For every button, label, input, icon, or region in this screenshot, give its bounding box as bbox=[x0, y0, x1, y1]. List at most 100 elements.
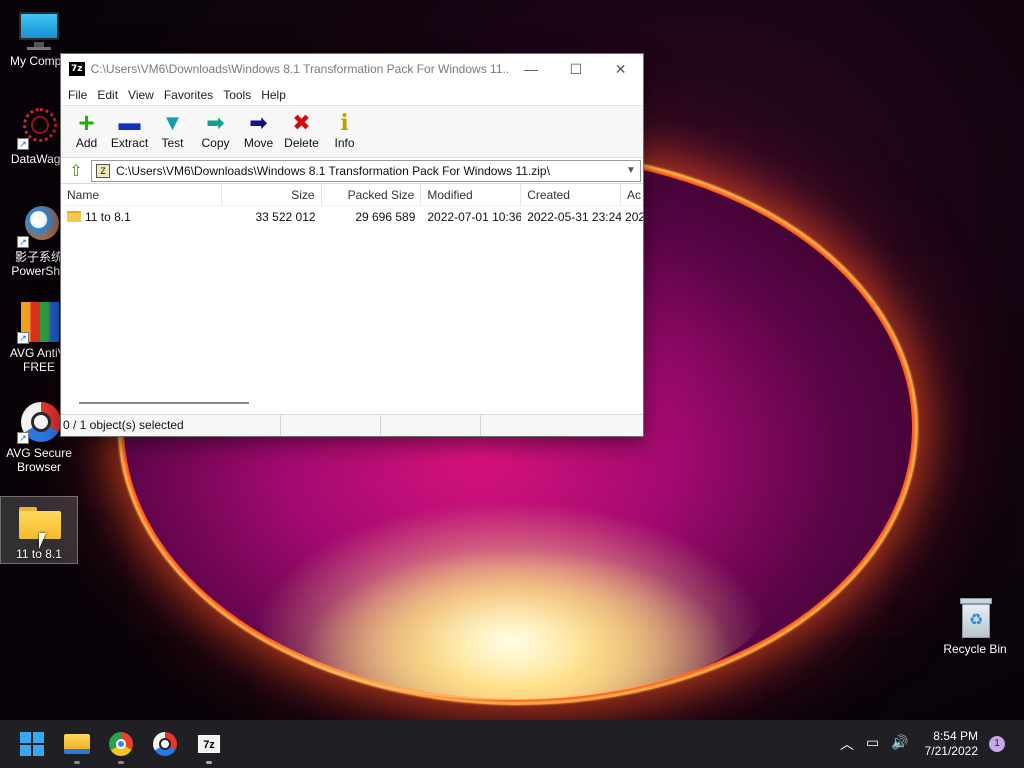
windows-logo-icon bbox=[20, 732, 44, 756]
shortcut-arrow-icon: ↗ bbox=[17, 138, 29, 150]
row-accessed: 202 bbox=[625, 210, 643, 224]
desktop-icon-label: AVG Secure bbox=[6, 446, 72, 460]
taskbar-chrome[interactable] bbox=[105, 728, 137, 764]
shortcut-arrow-icon: ↗ bbox=[17, 236, 29, 248]
column-header-accessed[interactable]: Ac bbox=[621, 184, 643, 206]
delete-x-icon: ✖ bbox=[292, 110, 311, 135]
shortcut-arrow-icon: ↗ bbox=[17, 432, 29, 444]
running-indicator bbox=[118, 761, 124, 764]
copy-arrow-icon: ➡ bbox=[206, 110, 225, 135]
recycle-bin-icon: ♻ bbox=[953, 596, 997, 640]
menu-view[interactable]: View bbox=[123, 88, 159, 102]
column-header-name[interactable]: Name bbox=[61, 184, 222, 206]
up-folder-button[interactable]: ⇧ bbox=[61, 161, 91, 181]
maximize-button[interactable]: ☐ bbox=[554, 54, 599, 84]
path-combobox[interactable]: Z C:\Users\VM6\Downloads\Windows 8.1 Tra… bbox=[91, 159, 641, 182]
powershadow-icon: ↗ bbox=[17, 204, 61, 248]
status-bar: 0 / 1 object(s) selected bbox=[61, 414, 643, 436]
shortcut-arrow-icon: ↗ bbox=[17, 332, 29, 344]
checkmark-icon: ▼ bbox=[161, 110, 184, 135]
7zip-icon: 7z bbox=[198, 735, 220, 753]
delete-label: Delete bbox=[284, 136, 319, 150]
status-cell bbox=[281, 415, 381, 436]
copy-label: Copy bbox=[201, 136, 230, 150]
file-list[interactable]: Name Size Packed Size Modified Created A… bbox=[61, 184, 643, 416]
menu-help[interactable]: Help bbox=[256, 88, 291, 102]
desktop-icon-label: Recycle Bin bbox=[943, 642, 1007, 656]
horizontal-scrollbar[interactable] bbox=[79, 402, 249, 404]
title-bar[interactable]: 7z C:\Users\VM6\Downloads\Windows 8.1 Tr… bbox=[61, 54, 643, 84]
row-modified: 2022-07-01 10:36 bbox=[427, 210, 522, 224]
monitor-icon bbox=[17, 8, 61, 52]
info-button[interactable]: i Info bbox=[323, 110, 366, 150]
minus-icon: ▬ bbox=[118, 110, 141, 135]
add-button[interactable]: + Add bbox=[65, 107, 108, 151]
network-icon[interactable]: ▭ bbox=[866, 734, 879, 751]
row-name: 11 to 8.1 bbox=[85, 210, 131, 224]
desktop-icon-label: 11 to 8.1 bbox=[16, 547, 62, 561]
plus-icon: + bbox=[78, 107, 95, 138]
taskbar-7zip[interactable]: 7z bbox=[193, 728, 225, 764]
desktop-icon-recycle-bin[interactable]: ♻ Recycle Bin bbox=[936, 596, 1014, 656]
volume-icon[interactable]: 🔊 bbox=[891, 734, 908, 751]
menu-favorites[interactable]: Favorites bbox=[159, 88, 218, 102]
taskbar-avg-browser[interactable] bbox=[149, 728, 181, 760]
column-header-packed-size[interactable]: Packed Size bbox=[322, 184, 422, 206]
up-arrow-icon: ⇧ bbox=[69, 162, 83, 180]
address-bar: ⇧ Z C:\Users\VM6\Downloads\Windows 8.1 T… bbox=[61, 158, 643, 184]
taskbar: 7z ︿ ▭ 🔊 8:54 PM 7/21/2022 1 bbox=[0, 720, 1024, 768]
taskbar-file-explorer[interactable] bbox=[61, 728, 93, 764]
toolbar: + Add ▬ Extract ▼ Test ➡ Copy ➡ Move ✖ D… bbox=[61, 106, 643, 158]
list-rows: 11 to 8.1 33 522 012 29 696 589 2022-07-… bbox=[61, 206, 643, 228]
tray-chevron-up-icon[interactable]: ︿ bbox=[840, 734, 854, 754]
7zip-window[interactable]: 7z C:\Users\VM6\Downloads\Windows 8.1 Tr… bbox=[60, 53, 644, 437]
close-button[interactable]: ✕ bbox=[598, 54, 643, 84]
test-label: Test bbox=[161, 136, 184, 150]
chrome-icon bbox=[109, 732, 133, 756]
menu-file[interactable]: File bbox=[63, 88, 92, 102]
desktop-icon-folder-11-to-81[interactable]: 11 to 8.1 bbox=[0, 496, 78, 564]
column-header-modified[interactable]: Modified bbox=[421, 184, 522, 206]
add-label: Add bbox=[75, 136, 98, 150]
avg-browser-icon: ↗ bbox=[17, 400, 61, 444]
system-clock[interactable]: 8:54 PM 7/21/2022 bbox=[925, 729, 978, 759]
file-explorer-icon bbox=[64, 734, 90, 754]
row-created: 2022-05-31 23:24 bbox=[527, 210, 622, 224]
delete-button[interactable]: ✖ Delete bbox=[280, 110, 323, 151]
status-cell bbox=[481, 415, 641, 436]
menu-bar: File Edit View Favorites Tools Help bbox=[61, 84, 643, 106]
wallpaper-glow bbox=[250, 500, 770, 700]
folder-icon bbox=[67, 211, 81, 222]
running-indicator bbox=[74, 761, 80, 764]
mouse-cursor-icon bbox=[39, 533, 46, 549]
test-button[interactable]: ▼ Test bbox=[151, 110, 194, 151]
info-label: Info bbox=[334, 136, 355, 150]
chevron-down-icon[interactable]: ▼ bbox=[622, 165, 640, 176]
extract-button[interactable]: ▬ Extract bbox=[108, 110, 151, 151]
move-button[interactable]: ➡ Move bbox=[237, 110, 280, 151]
notification-badge[interactable]: 1 bbox=[989, 736, 1005, 752]
zip-archive-icon: Z bbox=[96, 163, 110, 178]
datawagon-icon: ↗ bbox=[17, 106, 61, 150]
move-label: Move bbox=[243, 136, 274, 150]
extract-label: Extract bbox=[110, 136, 149, 150]
table-row[interactable]: 11 to 8.1 33 522 012 29 696 589 2022-07-… bbox=[61, 206, 643, 228]
minimize-button[interactable]: — bbox=[509, 54, 554, 84]
move-arrow-icon: ➡ bbox=[249, 110, 268, 135]
column-header-size[interactable]: Size bbox=[222, 184, 322, 206]
7zip-app-icon: 7z bbox=[69, 62, 85, 76]
status-text: 0 / 1 object(s) selected bbox=[61, 415, 281, 436]
status-cell bbox=[381, 415, 481, 436]
menu-tools[interactable]: Tools bbox=[218, 88, 256, 102]
row-packed-size: 29 696 589 bbox=[355, 210, 416, 224]
start-button[interactable] bbox=[16, 728, 48, 760]
path-text: C:\Users\VM6\Downloads\Windows 8.1 Trans… bbox=[116, 163, 550, 178]
menu-edit[interactable]: Edit bbox=[92, 88, 123, 102]
column-header-created[interactable]: Created bbox=[521, 184, 622, 206]
info-icon: i bbox=[340, 110, 349, 136]
avg-browser-icon bbox=[153, 732, 177, 756]
clock-date: 7/21/2022 bbox=[924, 744, 978, 758]
running-indicator bbox=[206, 761, 212, 764]
copy-button[interactable]: ➡ Copy bbox=[194, 110, 237, 151]
row-size: 33 522 012 bbox=[255, 210, 316, 224]
